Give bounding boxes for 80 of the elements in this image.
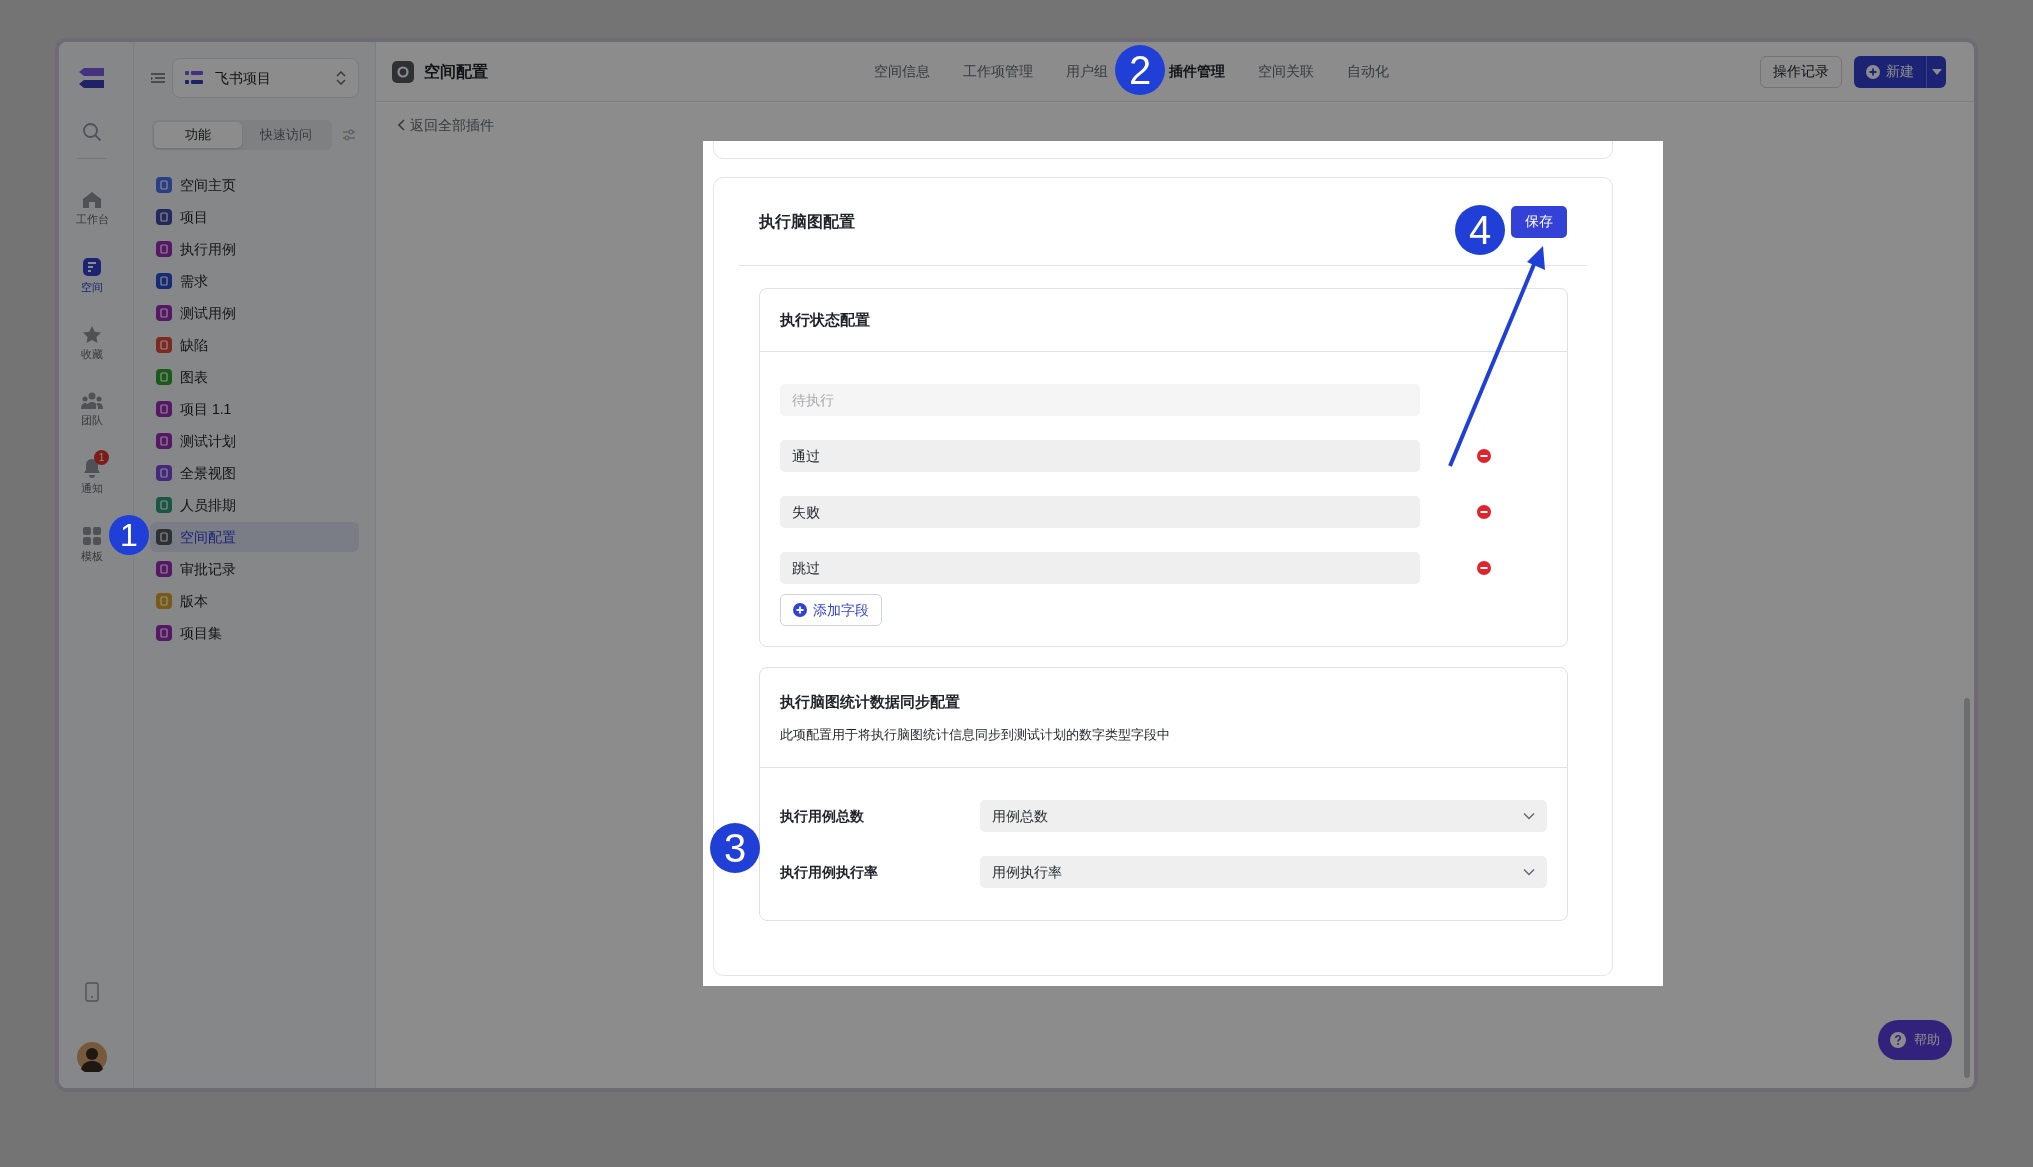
scrollbar[interactable] <box>1964 698 1970 1078</box>
chevron-left-icon <box>398 119 406 131</box>
help-icon <box>1890 1032 1906 1048</box>
sidebar-item[interactable]: 全景视图 <box>150 458 359 488</box>
sidebar-item[interactable]: 项目 <box>150 202 359 232</box>
nav-tab[interactable]: 插件管理 <box>1169 61 1225 82</box>
sidebar-item[interactable]: 审批记录 <box>150 554 359 584</box>
minus-circle-icon <box>1476 504 1492 520</box>
nav-tab[interactable]: 用户组 <box>1066 61 1108 82</box>
logo-icon <box>77 66 107 90</box>
rail-item[interactable]: 工作台 <box>75 183 109 230</box>
sidebar-tab[interactable]: 快速访问 <box>242 122 330 148</box>
grid-icon <box>82 526 102 546</box>
sidebar-item[interactable]: 图表 <box>150 362 359 392</box>
chevron-down-icon <box>1523 868 1535 876</box>
plus-icon <box>793 603 807 617</box>
settings-icon <box>392 60 414 83</box>
app-icon <box>185 71 203 85</box>
remove-button[interactable] <box>1476 504 1492 520</box>
sidebar-tab[interactable]: 功能 <box>154 122 242 148</box>
sidebar-item[interactable]: 项目 1.1 <box>150 394 359 424</box>
sidebar-item[interactable]: 需求 <box>150 266 359 296</box>
nav-tab[interactable]: 工作项管理 <box>963 61 1033 82</box>
history-button[interactable]: 操作记录 <box>1760 55 1842 88</box>
input-field[interactable]: 通过 <box>780 440 1420 472</box>
sidebar-item[interactable]: 项目集 <box>150 618 359 648</box>
back-link[interactable]: 返回全部插件 <box>398 114 494 136</box>
avatar <box>77 1042 107 1072</box>
phone-icon <box>85 982 99 1002</box>
search-icon <box>82 122 102 142</box>
sidebar-item[interactable]: 空间配置 <box>150 522 359 552</box>
minus-circle-icon <box>1476 448 1492 464</box>
dropdown-button[interactable] <box>1926 55 1946 88</box>
remove-button[interactable] <box>1476 560 1492 576</box>
space-icon <box>82 257 102 277</box>
new-button[interactable]: 新建 <box>1854 55 1926 88</box>
sort-icon <box>336 71 346 85</box>
rail-item[interactable]: 团队 <box>75 384 109 431</box>
input-field[interactable]: 跳过 <box>780 552 1420 584</box>
plus-icon <box>1866 64 1880 79</box>
people-icon <box>81 392 103 410</box>
remove-button[interactable] <box>1476 448 1492 464</box>
nav-tab[interactable]: 空间信息 <box>874 61 930 82</box>
caret-icon <box>1931 68 1942 75</box>
field-label: 执行用例执行率 <box>780 862 879 882</box>
section-description: 此项配置用于将执行脑图统计信息同步到测试计划的数字类型字段中 <box>780 726 1171 744</box>
workspace-switcher[interactable]: 飞书项目 <box>172 58 359 98</box>
card-title: 执行脑图配置 <box>759 211 855 232</box>
section-title: 执行脑图统计数据同步配置 <box>780 691 961 712</box>
chevron-down-icon <box>1523 812 1535 820</box>
select-field[interactable]: 用例执行率 <box>979 856 1547 888</box>
sidebar-item[interactable]: 测试用例 <box>150 298 359 328</box>
input-field: 待执行 <box>780 384 1420 416</box>
select-field[interactable]: 用例总数 <box>979 800 1547 832</box>
sidebar-item[interactable]: 缺陷 <box>150 330 359 360</box>
bell-icon <box>83 458 101 478</box>
rail-item[interactable]: 空间 <box>75 249 109 298</box>
save-button[interactable]: 保存 <box>1511 205 1567 238</box>
sidebar-item[interactable]: 人员排期 <box>150 490 359 520</box>
sidebar-item[interactable]: 执行用例 <box>150 234 359 264</box>
filter-icon <box>342 129 356 141</box>
sidebar-item[interactable]: 空间主页 <box>150 170 359 200</box>
add-field-button[interactable]: 添加字段 <box>780 594 882 626</box>
collapse-icon <box>150 71 166 85</box>
notification-badge: 1 <box>94 450 109 465</box>
house-icon <box>82 191 102 209</box>
page-title: 空间配置 <box>424 61 489 82</box>
minus-circle-icon <box>1476 560 1492 576</box>
nav-tab[interactable]: 自动化 <box>1347 61 1389 82</box>
sidebar-item[interactable]: 版本 <box>150 586 359 616</box>
sidebar-item[interactable]: 测试计划 <box>150 426 359 456</box>
help-button[interactable]: 帮助 <box>1878 1020 1952 1060</box>
field-label: 执行用例总数 <box>780 806 865 826</box>
rail-item[interactable]: 通知 1 <box>75 450 109 499</box>
star-icon <box>82 325 102 344</box>
nav-tab[interactable]: 空间关联 <box>1258 61 1314 82</box>
rail-item[interactable]: 模板 <box>75 518 109 567</box>
input-field[interactable]: 失败 <box>780 496 1420 528</box>
section-title: 执行状态配置 <box>760 289 1567 352</box>
rail-item[interactable]: 收藏 <box>75 317 109 365</box>
